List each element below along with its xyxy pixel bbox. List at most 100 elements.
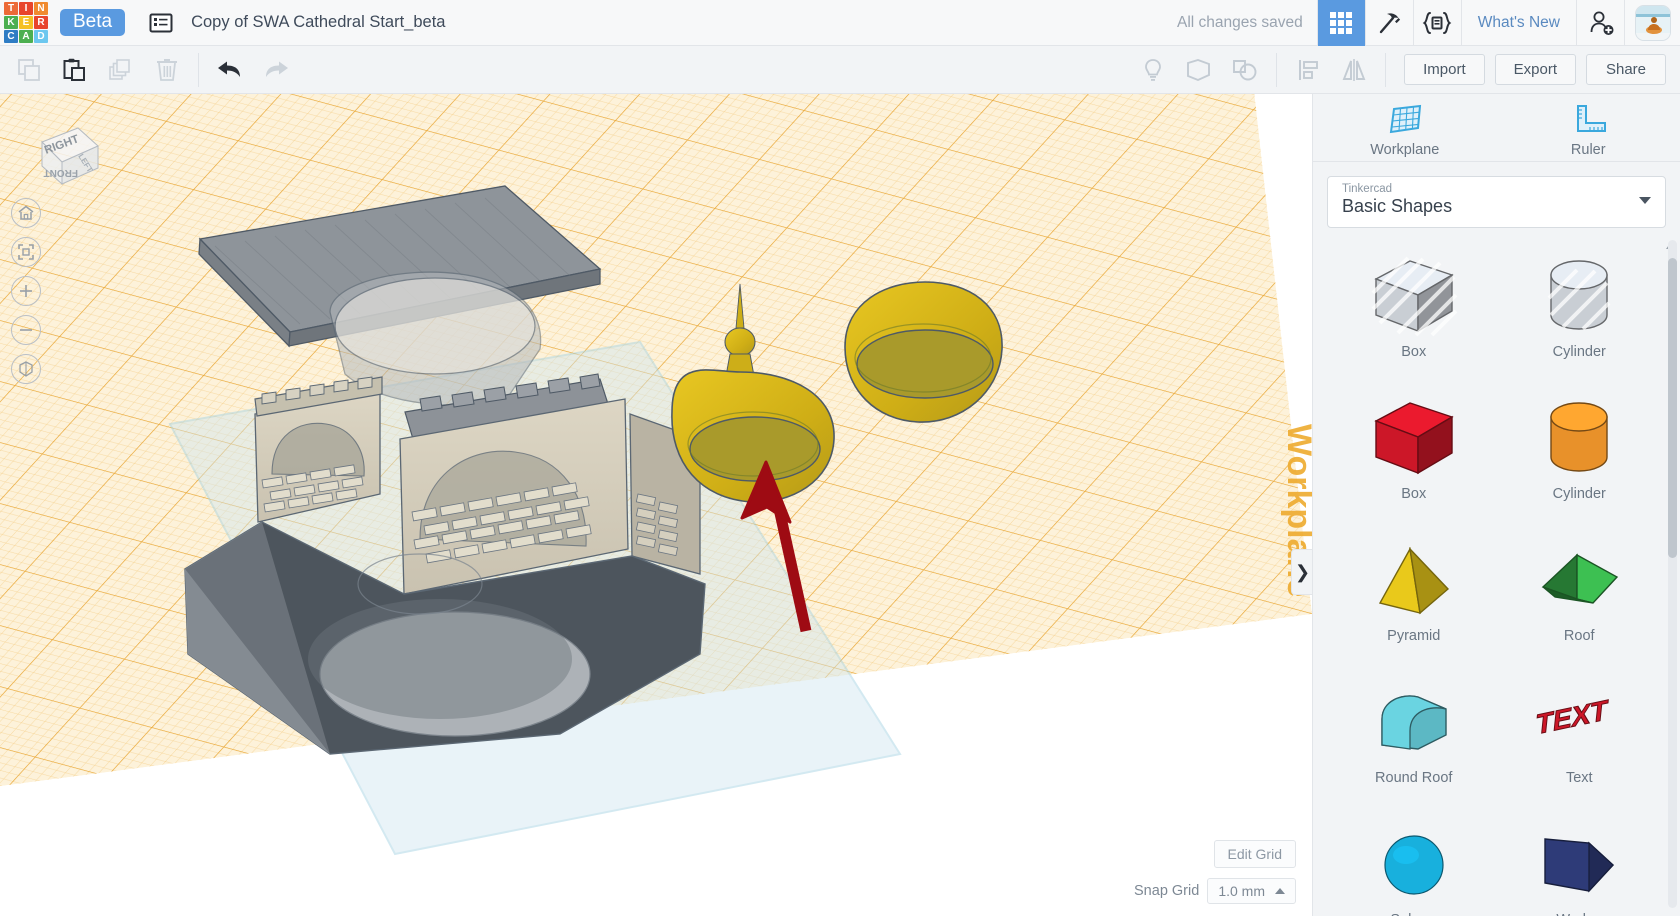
sphere-icon	[1368, 818, 1460, 910]
copy-button[interactable]	[6, 50, 52, 90]
shape-label: Box	[1401, 344, 1427, 360]
text-icon: TEXT	[1533, 676, 1625, 768]
beta-badge[interactable]: Beta	[60, 9, 126, 36]
shape-label: Wedge	[1556, 912, 1602, 916]
duplicate-button[interactable]	[98, 50, 144, 90]
grid-view-button[interactable]	[1316, 0, 1365, 46]
chevron-right-icon: ❯	[1294, 561, 1311, 582]
mirror-button[interactable]	[1331, 50, 1377, 90]
view-cube[interactable]: RIGHT LEFT FRONT	[16, 112, 104, 197]
avatar	[1634, 4, 1671, 41]
shape-item-cylinder-hole[interactable]: Cylinder	[1497, 244, 1663, 372]
import-button[interactable]: Import	[1404, 54, 1485, 85]
group-button[interactable]	[1176, 50, 1222, 90]
fit-to-view-button[interactable]	[11, 237, 41, 267]
3d-viewport[interactable]: Workplane RIGHT LEFT FRONT ❯ Edit Grid S…	[0, 94, 1312, 916]
user-avatar-button[interactable]	[1624, 0, 1680, 46]
library-value: Basic Shapes	[1342, 196, 1453, 216]
zoom-in-button[interactable]	[11, 276, 41, 306]
panel-tools-header: Workplane Ruler	[1313, 94, 1680, 162]
shape-item-roof[interactable]: Roof	[1497, 528, 1663, 656]
shape-label: Cylinder	[1552, 486, 1606, 502]
shape-item-box[interactable]: Box	[1331, 386, 1497, 514]
align-icon	[1299, 59, 1319, 80]
page-title[interactable]: Copy of SWA Cathedral Start_beta	[191, 13, 445, 32]
shape-label: Sphere	[1390, 912, 1437, 916]
shapes-list[interactable]: Box Cylinder Box Cylinder Pyramid Roof R…	[1313, 234, 1680, 916]
zoom-out-button[interactable]	[11, 315, 41, 345]
shapes-scrollbar[interactable]	[1668, 240, 1677, 908]
shape-item-text[interactable]: TEXT Text	[1497, 670, 1663, 798]
shape-item-wedge[interactable]: Wedge	[1497, 812, 1663, 916]
snap-grid-select[interactable]: 1.0 mm	[1207, 878, 1296, 904]
workplane-tool-label: Workplane	[1370, 142, 1440, 158]
shape-label: Text	[1565, 770, 1593, 786]
edit-grid-button[interactable]: Edit Grid	[1213, 840, 1296, 868]
chevron-down-icon	[1639, 197, 1651, 204]
grid-controls: Edit Grid Snap Grid 1.0 mm	[1134, 840, 1296, 904]
collapse-panel-button[interactable]: ❯	[1291, 549, 1312, 595]
redo-button[interactable]	[253, 50, 299, 90]
viewport-nav-controls	[5, 189, 47, 393]
cylinder-icon	[1533, 392, 1625, 484]
pyramid-icon	[1368, 534, 1460, 626]
box-icon	[1368, 392, 1460, 484]
shape-item-round-roof[interactable]: Round Roof	[1331, 670, 1497, 798]
shape-item-sphere[interactable]: Sphere	[1331, 812, 1497, 916]
hint-button[interactable]	[1130, 50, 1176, 90]
fit-to-view-icon	[18, 244, 34, 260]
home-view-icon	[18, 205, 34, 220]
workplane-grid-icon	[1389, 104, 1421, 134]
duplicate-icon	[109, 58, 130, 80]
blocks-button[interactable]	[1364, 0, 1413, 46]
logo-tile-r-5: R	[34, 16, 48, 29]
logo-tile-i-1: I	[19, 2, 33, 15]
roundroof-icon	[1368, 676, 1460, 768]
logo-tile-t-0: T	[4, 2, 18, 15]
toolbar-divider	[198, 52, 199, 87]
shape-label: Round Roof	[1375, 770, 1453, 786]
share-button[interactable]: Share	[1586, 54, 1666, 85]
pickaxe-icon	[1380, 12, 1401, 33]
ungroup-button[interactable]	[1222, 50, 1268, 90]
align-button[interactable]	[1285, 50, 1331, 90]
shape-label: Cylinder	[1552, 344, 1606, 360]
logo-tile-k-3: K	[4, 16, 18, 29]
shape-item-pyramid[interactable]: Pyramid	[1331, 528, 1497, 656]
whats-new-link[interactable]: What's New	[1460, 0, 1576, 46]
paste-icon	[63, 58, 85, 81]
shapes-panel: Workplane Ruler Tinkercad Basic Shapes B…	[1312, 94, 1680, 916]
snap-grid-row: Snap Grid 1.0 mm	[1134, 878, 1296, 904]
undo-icon	[218, 61, 240, 77]
cylinder-icon	[1533, 250, 1625, 342]
shape-library-select[interactable]: Tinkercad Basic Shapes	[1327, 176, 1666, 228]
ruler-tool[interactable]: Ruler	[1497, 94, 1680, 161]
tinkercad-logo[interactable]: TIN KER CAD	[4, 2, 48, 43]
edit-toolbar: Import Export Share	[0, 46, 1680, 94]
paste-button[interactable]	[52, 50, 98, 90]
workplane-tool[interactable]: Workplane	[1313, 94, 1497, 161]
shape-label: Box	[1401, 486, 1427, 502]
shape-item-box-hole[interactable]: Box	[1331, 244, 1497, 372]
library-provider-label: Tinkercad	[1342, 183, 1393, 195]
delete-button[interactable]	[144, 50, 190, 90]
logo-tile-c-6: C	[4, 30, 18, 43]
tinkercad-app: TIN KER CAD Beta Copy of SWA Cathedral Sta…	[0, 0, 1680, 916]
roof-icon	[1533, 534, 1625, 626]
copy-icon	[18, 58, 40, 81]
undo-button[interactable]	[207, 50, 253, 90]
ungroup-icon	[1233, 59, 1257, 80]
invite-button[interactable]	[1576, 0, 1624, 46]
box-icon	[1368, 250, 1460, 342]
export-button[interactable]: Export	[1494, 54, 1576, 85]
home-view-button[interactable]	[11, 198, 41, 228]
codeblocks-button[interactable]	[1412, 0, 1461, 46]
list-menu-icon[interactable]	[149, 11, 173, 35]
ruler-icon	[1577, 105, 1607, 132]
wedge-icon	[1533, 818, 1625, 910]
logo-tile-a-7: A	[19, 30, 33, 43]
shape-item-cylinder[interactable]: Cylinder	[1497, 386, 1663, 514]
scrollbar-thumb[interactable]	[1668, 258, 1677, 558]
ortho-perspective-button[interactable]	[11, 354, 41, 384]
snap-grid-value: 1.0 mm	[1218, 883, 1265, 899]
